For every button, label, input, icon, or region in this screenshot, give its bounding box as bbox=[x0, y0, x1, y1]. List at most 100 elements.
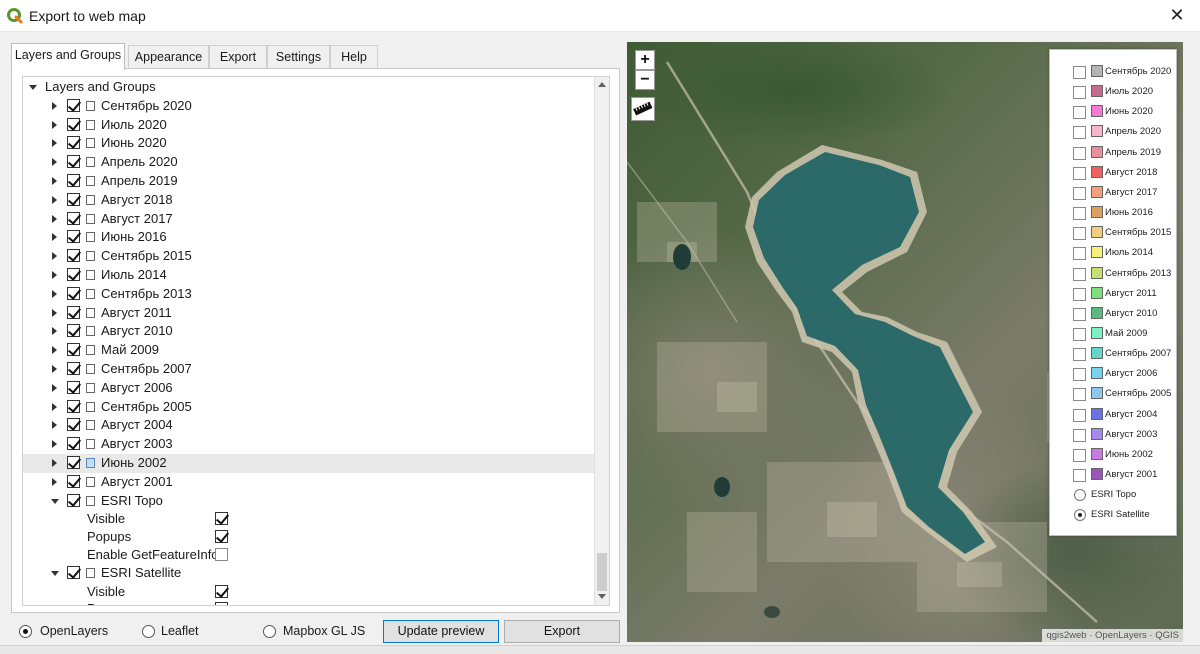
legend-layer-checkbox[interactable] bbox=[1073, 408, 1086, 422]
layer-row[interactable]: Август 2010 bbox=[23, 322, 596, 341]
expand-arrow-icon[interactable] bbox=[52, 477, 57, 486]
legend-layer-checkbox[interactable] bbox=[1073, 86, 1086, 100]
layer-checkbox[interactable] bbox=[67, 211, 80, 225]
layer-checkbox[interactable] bbox=[67, 136, 80, 150]
legend-layer-row[interactable]: Сентябрь 2005 bbox=[1050, 384, 1178, 404]
zoom-in-button[interactable]: + bbox=[635, 50, 655, 70]
legend-layer-row[interactable]: Август 2006 bbox=[1050, 364, 1178, 384]
esri-topo-row[interactable]: ESRI Topo bbox=[23, 492, 596, 511]
layer-checkbox[interactable] bbox=[67, 249, 80, 263]
legend-layer-row[interactable]: Июнь 2002 bbox=[1050, 445, 1178, 465]
expand-arrow-icon[interactable] bbox=[52, 459, 57, 467]
scroll-up-icon[interactable] bbox=[598, 82, 606, 87]
expand-arrow-icon[interactable] bbox=[52, 252, 57, 261]
export-button[interactable]: Export bbox=[504, 620, 620, 643]
layer-checkbox[interactable] bbox=[67, 230, 80, 244]
legend-layer-checkbox[interactable] bbox=[1073, 207, 1086, 221]
layer-checkbox[interactable] bbox=[67, 98, 80, 112]
layer-row[interactable]: Июнь 2016 bbox=[23, 228, 596, 247]
option-checkbox[interactable] bbox=[215, 602, 228, 605]
layer-checkbox[interactable] bbox=[67, 305, 80, 319]
legend-layer-row[interactable]: Сентябрь 2013 bbox=[1050, 264, 1178, 284]
option-checkbox[interactable] bbox=[215, 530, 228, 544]
expand-arrow-icon[interactable] bbox=[52, 383, 57, 392]
layer-row[interactable]: Май 2009 bbox=[23, 341, 596, 360]
vertical-scrollbar[interactable] bbox=[594, 77, 609, 605]
legend-layer-checkbox[interactable] bbox=[1073, 247, 1086, 261]
legend-layer-row[interactable]: Июль 2020 bbox=[1050, 82, 1178, 102]
basemap-row[interactable]: ESRI Topo bbox=[1050, 485, 1178, 505]
legend-layer-row[interactable]: Август 2017 bbox=[1050, 183, 1178, 203]
layer-row[interactable]: Август 2003 bbox=[23, 435, 596, 454]
layer-row[interactable]: Июнь 2020 bbox=[23, 134, 596, 153]
layer-row[interactable]: Август 2001 bbox=[23, 473, 596, 492]
basemap-row[interactable]: ESRI Satellite bbox=[1050, 505, 1178, 525]
legend-layer-row[interactable]: Июнь 2020 bbox=[1050, 102, 1178, 122]
layer-row[interactable]: Июль 2020 bbox=[23, 116, 596, 135]
legend-layer-checkbox[interactable] bbox=[1073, 166, 1086, 180]
layer-row[interactable]: Август 2018 bbox=[23, 191, 596, 210]
expand-arrow-icon[interactable] bbox=[52, 177, 57, 185]
esri-satellite-checkbox[interactable] bbox=[67, 565, 80, 579]
legend-layer-row[interactable]: Август 2004 bbox=[1050, 405, 1178, 425]
expand-arrow-icon[interactable] bbox=[52, 233, 57, 242]
layer-checkbox[interactable] bbox=[67, 117, 80, 131]
layer-row[interactable]: Июнь 2002 bbox=[23, 454, 596, 473]
layer-checkbox[interactable] bbox=[67, 192, 80, 206]
layer-row[interactable]: Сентябрь 2020 bbox=[23, 97, 596, 116]
legend-layer-checkbox[interactable] bbox=[1073, 327, 1086, 341]
layer-row[interactable]: Август 2011 bbox=[23, 304, 596, 323]
legend-layer-row[interactable]: Август 2010 bbox=[1050, 304, 1178, 324]
legend-layer-checkbox[interactable] bbox=[1073, 428, 1086, 442]
collapse-arrow-icon[interactable] bbox=[51, 498, 59, 504]
scroll-down-icon[interactable] bbox=[598, 594, 606, 599]
layer-option-row[interactable]: Popups bbox=[23, 528, 596, 546]
legend-layer-row[interactable]: Август 2001 bbox=[1050, 465, 1178, 485]
expand-arrow-icon[interactable] bbox=[52, 214, 57, 223]
tab-export[interactable]: Export bbox=[209, 45, 267, 69]
expand-arrow-icon[interactable] bbox=[52, 271, 57, 279]
layer-row[interactable]: Август 2006 bbox=[23, 379, 596, 398]
option-checkbox[interactable] bbox=[215, 548, 228, 561]
layer-checkbox[interactable] bbox=[67, 174, 80, 187]
expand-arrow-icon[interactable] bbox=[52, 139, 57, 148]
layer-checkbox[interactable] bbox=[67, 474, 80, 488]
layer-option-row[interactable]: Visible bbox=[23, 510, 596, 528]
leaflet-radio[interactable] bbox=[142, 625, 155, 638]
layer-checkbox[interactable] bbox=[67, 268, 80, 281]
legend-layer-checkbox[interactable] bbox=[1073, 66, 1086, 79]
basemap-radio[interactable] bbox=[1074, 489, 1086, 502]
legend-layer-checkbox[interactable] bbox=[1073, 307, 1086, 321]
collapse-arrow-icon[interactable] bbox=[51, 570, 59, 576]
option-checkbox[interactable] bbox=[215, 584, 228, 598]
measure-ruler-button[interactable] bbox=[631, 97, 655, 121]
expand-arrow-icon[interactable] bbox=[52, 346, 57, 355]
expand-arrow-icon[interactable] bbox=[52, 195, 57, 204]
legend-layer-checkbox[interactable] bbox=[1073, 146, 1086, 160]
legend-layer-checkbox[interactable] bbox=[1073, 448, 1086, 462]
tab-help[interactable]: Help bbox=[330, 45, 378, 69]
legend-layer-row[interactable]: Август 2018 bbox=[1050, 163, 1178, 183]
layer-checkbox[interactable] bbox=[67, 437, 80, 451]
legend-layer-row[interactable]: Июнь 2016 bbox=[1050, 203, 1178, 223]
scroll-thumb[interactable] bbox=[597, 553, 607, 591]
openlayers-radio[interactable] bbox=[19, 625, 32, 638]
legend-layer-checkbox[interactable] bbox=[1073, 126, 1086, 140]
layer-option-row[interactable]: Visible bbox=[23, 583, 596, 601]
layer-row[interactable]: Сентябрь 2005 bbox=[23, 398, 596, 417]
expand-arrow-icon[interactable] bbox=[52, 101, 57, 110]
expand-arrow-icon[interactable] bbox=[52, 440, 57, 449]
basemap-radio[interactable] bbox=[1074, 509, 1086, 522]
tab-layers-and-groups[interactable]: Layers and Groups bbox=[11, 43, 125, 70]
layer-row[interactable]: Сентябрь 2007 bbox=[23, 360, 596, 379]
legend-layer-checkbox[interactable] bbox=[1073, 348, 1086, 362]
legend-layer-checkbox[interactable] bbox=[1073, 106, 1086, 120]
legend-layer-row[interactable]: Сентябрь 2007 bbox=[1050, 344, 1178, 364]
layer-row[interactable]: Июль 2014 bbox=[23, 266, 596, 285]
zoom-out-button[interactable]: − bbox=[635, 70, 655, 90]
esri-satellite-row[interactable]: ESRI Satellite bbox=[23, 564, 596, 583]
layer-option-row[interactable]: Enable GetFeatureInfo? bbox=[23, 546, 596, 564]
tab-settings[interactable]: Settings bbox=[267, 45, 330, 69]
tree-root-row[interactable]: Layers and Groups bbox=[23, 78, 596, 97]
layer-checkbox[interactable] bbox=[67, 362, 80, 375]
